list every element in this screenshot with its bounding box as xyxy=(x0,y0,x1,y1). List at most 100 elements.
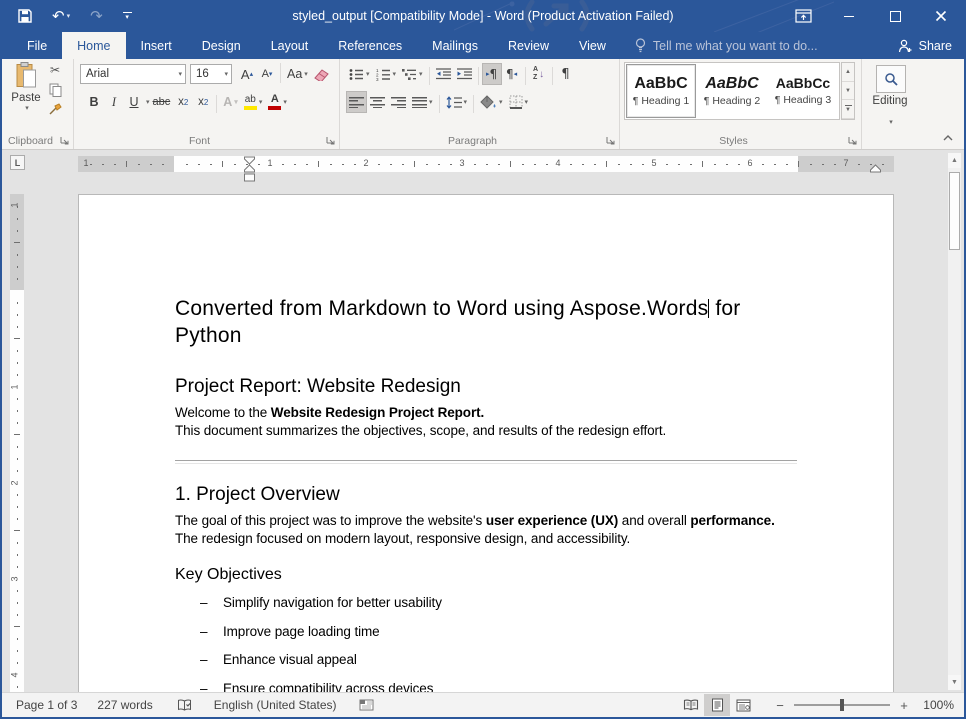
zoom-in-button[interactable]: + xyxy=(896,698,912,713)
find-button[interactable] xyxy=(876,65,906,93)
zoom-slider-handle[interactable] xyxy=(840,699,844,711)
numbering-button[interactable]: 123 ▾ xyxy=(373,63,400,85)
share-button[interactable]: Share xyxy=(898,32,952,59)
bullets-button[interactable]: ▾ xyxy=(346,63,373,85)
status-bar: Page 1 of 3 227 words English (United St… xyxy=(2,692,964,717)
tab-layout[interactable]: Layout xyxy=(256,32,324,59)
styles-more-button[interactable]: ▼ xyxy=(842,100,854,119)
document-page[interactable]: Converted from Markdown to Word using As… xyxy=(78,194,894,693)
shading-button[interactable]: ▾ xyxy=(477,91,506,113)
read-mode-button[interactable] xyxy=(678,694,704,716)
cut-icon[interactable]: ✂ xyxy=(50,63,60,77)
paragraph-dialog-launcher[interactable] xyxy=(605,135,616,146)
ruler-tick xyxy=(306,164,308,166)
collapse-ribbon-button[interactable] xyxy=(940,131,956,145)
clipboard-dialog-launcher[interactable] xyxy=(59,135,70,146)
align-center-button[interactable] xyxy=(367,91,388,113)
font-name-select[interactable]: Arial ▾ xyxy=(80,64,186,84)
language-indicator[interactable]: English (United States) xyxy=(214,698,337,712)
styles-scroll-down-button[interactable]: ▼ xyxy=(842,82,854,101)
superscript-button[interactable]: x2 xyxy=(193,91,213,113)
ruler-tick xyxy=(822,164,824,166)
multilevel-list-button[interactable]: ▾ xyxy=(399,63,426,85)
increase-indent-button[interactable] xyxy=(454,63,475,85)
keyboard-layout-button[interactable] xyxy=(359,699,374,711)
font-dialog-launcher[interactable] xyxy=(325,135,336,146)
strikethrough-button[interactable]: abc xyxy=(150,91,174,113)
zoom-level[interactable]: 100% xyxy=(912,698,954,712)
style-heading3-card[interactable]: AaBbCc ¶ Heading 3 xyxy=(768,64,838,118)
scrollbar-thumb[interactable] xyxy=(949,172,960,250)
ruler-tick xyxy=(486,164,488,166)
bold-button[interactable]: B xyxy=(84,91,104,113)
style-heading1-card[interactable]: AaBbC ¶ Heading 1 xyxy=(626,64,696,118)
ltr-text-direction-button[interactable]: ▸¶ xyxy=(482,63,502,85)
clipboard-group-label: Clipboard xyxy=(2,135,59,147)
ruler-number: 4 xyxy=(10,672,20,677)
justify-button[interactable]: ▾ xyxy=(409,91,436,113)
word-count[interactable]: 227 words xyxy=(97,698,152,712)
clear-formatting-button[interactable] xyxy=(311,63,333,85)
style-heading2-card[interactable]: AaBbC ¶ Heading 2 xyxy=(697,64,767,118)
zoom-out-button[interactable]: − xyxy=(772,698,788,713)
maximize-button[interactable] xyxy=(872,0,918,32)
tab-file[interactable]: File xyxy=(12,32,62,59)
minimize-button[interactable] xyxy=(826,0,872,32)
ribbon-display-options-icon xyxy=(795,9,812,23)
highlight-button[interactable]: ab ▾ xyxy=(241,91,266,113)
proofing-status-button[interactable] xyxy=(177,699,192,712)
italic-button[interactable]: I xyxy=(104,91,124,113)
editing-dropdown-arrow[interactable]: ▾ xyxy=(889,119,893,126)
tab-review[interactable]: Review xyxy=(493,32,564,59)
zoom-slider-track[interactable] xyxy=(794,704,890,706)
tab-insert[interactable]: Insert xyxy=(126,32,187,59)
tab-stop-selector[interactable]: L xyxy=(10,155,25,170)
print-layout-button[interactable] xyxy=(704,694,730,716)
ruler-number: 1 xyxy=(10,202,20,207)
tell-me-box[interactable]: Tell me what you want to do... xyxy=(635,32,818,59)
tab-references[interactable]: References xyxy=(323,32,417,59)
read-mode-icon xyxy=(683,699,699,711)
paste-button[interactable]: Paste ▾ xyxy=(6,62,46,132)
page-indicator[interactable]: Page 1 of 3 xyxy=(16,698,77,712)
close-button[interactable] xyxy=(918,0,964,32)
line-spacing-button[interactable]: ▾ xyxy=(443,91,471,113)
subscript-button[interactable]: x2 xyxy=(173,91,193,113)
vertical-scrollbar[interactable]: ▲ ▼ xyxy=(947,152,962,691)
tab-mailings[interactable]: Mailings xyxy=(417,32,493,59)
borders-button[interactable]: ▾ xyxy=(506,91,532,113)
sort-button[interactable]: AZ ↓ xyxy=(529,63,549,85)
customize-qat-button[interactable]: ▾ xyxy=(123,12,132,21)
scroll-down-button[interactable]: ▼ xyxy=(948,675,961,690)
undo-button[interactable]: ↶ ▾ xyxy=(52,9,70,24)
font-color-button[interactable]: A ▾ xyxy=(265,91,290,113)
decrease-indent-button[interactable] xyxy=(433,63,454,85)
underline-button[interactable]: U xyxy=(124,91,144,113)
redo-button[interactable]: ↷ xyxy=(90,9,103,24)
format-painter-icon[interactable] xyxy=(48,103,62,116)
ribbon-display-options-button[interactable] xyxy=(780,0,826,32)
tab-view[interactable]: View xyxy=(564,32,621,59)
grow-font-button[interactable]: A▴ xyxy=(237,63,257,85)
save-button[interactable] xyxy=(18,9,32,23)
indent-markers[interactable] xyxy=(243,156,256,183)
show-hide-formatting-button[interactable]: ¶ xyxy=(556,63,576,85)
right-indent-marker[interactable] xyxy=(869,164,882,173)
tab-home[interactable]: Home xyxy=(62,32,125,59)
font-size-select[interactable]: 16 ▾ xyxy=(190,64,232,84)
shrink-font-button[interactable]: A▾ xyxy=(257,63,277,85)
scroll-up-button[interactable]: ▲ xyxy=(948,153,961,168)
text-effects-button[interactable]: A▾ xyxy=(220,91,241,113)
styles-scroll-up-button[interactable]: ▲ xyxy=(842,63,854,82)
undo-dropdown-arrow[interactable]: ▾ xyxy=(67,12,71,20)
paste-dropdown-arrow[interactable]: ▾ xyxy=(25,104,29,112)
styles-dialog-launcher[interactable] xyxy=(847,135,858,146)
align-left-button[interactable] xyxy=(346,91,367,113)
copy-icon[interactable] xyxy=(49,83,62,97)
tab-design[interactable]: Design xyxy=(187,32,256,59)
align-right-button[interactable] xyxy=(388,91,409,113)
web-layout-button[interactable] xyxy=(730,694,756,716)
rtl-text-direction-button[interactable]: ¶◂ xyxy=(502,63,522,85)
change-case-button[interactable]: Aa▾ xyxy=(284,63,311,85)
font-size-value: 16 xyxy=(196,68,209,80)
